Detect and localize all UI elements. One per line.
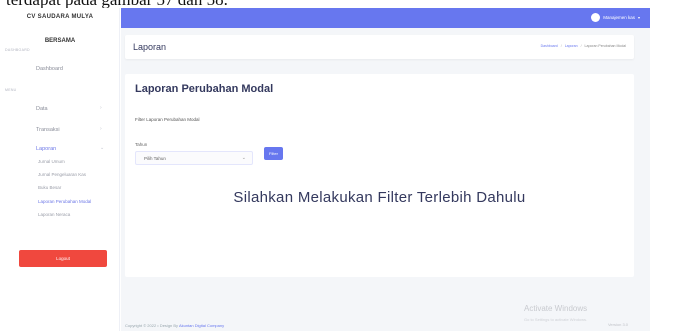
app: terdapat pada gambar 57 dan 58. CV SAUDA… — [0, 0, 683, 331]
breadcrumb-separator: / — [580, 44, 582, 48]
tahun-select[interactable]: Pilih Tahun ⌄ — [135, 151, 253, 165]
top-navbar: Manajemen kas ▾ — [121, 8, 650, 28]
breadcrumb-separator: / — [560, 44, 562, 48]
sidebar-subitem-jurnal-umum[interactable]: Jurnal Umum — [38, 159, 65, 164]
chevron-right-icon: › — [100, 126, 102, 132]
caret-down-icon: ▾ — [637, 15, 640, 20]
chevron-down-icon: ⌄ — [100, 145, 105, 151]
section-header: Laporan Dashboard / Laporan / Laporan Peruba… — [125, 35, 634, 59]
sidebar-subitem-laporan-perubahan-modal[interactable]: Laporan Perubahan Modal — [38, 199, 91, 204]
version-text: Version 3.0 — [607, 322, 628, 327]
footer: Copyright © 2022 • Design By Akuntan Dig… — [125, 323, 224, 328]
chevron-down-icon: ⌄ — [241, 155, 246, 161]
chevron-right-icon: › — [100, 105, 102, 111]
user-name: Manajemen kas — [603, 15, 635, 20]
sidebar-item-dashboard[interactable]: Dashboard — [36, 66, 63, 72]
breadcrumb-laporan[interactable]: Laporan — [565, 44, 578, 48]
logout-button[interactable]: Logout — [19, 250, 107, 267]
copyright-text: Copyright © 2022 • Design By — [125, 323, 179, 328]
brand-name: CV SAUDARA MULYA — [26, 14, 94, 20]
report-card: Laporan Perubahan Modal Filter Laporan P… — [125, 74, 634, 277]
sidebar-subitem-jurnal-pengeluaran-kas[interactable]: Jurnal Pengeluaran Kas — [38, 172, 86, 177]
user-menu[interactable]: Manajemen kas ▾ — [591, 13, 640, 22]
sidebar-item-data[interactable]: Data — [36, 106, 48, 112]
section-label-menu: MENU — [5, 88, 17, 92]
brand-sub: BERSAMA — [44, 38, 76, 44]
activation-watermark-sub: Go to Settings to activate Windows. — [524, 317, 588, 322]
sidebar-item-transaksi[interactable]: Transaksi — [36, 127, 60, 133]
section-label-dashboard: DASHBOARD — [5, 48, 30, 52]
activation-watermark-title: Activate Windows — [524, 304, 588, 313]
filter-button[interactable]: Filter — [264, 147, 283, 160]
card-title: Laporan Perubahan Modal — [135, 83, 274, 95]
footer-link[interactable]: Akuntan Digital Company — [179, 323, 224, 328]
empty-state-message: Silahkan Melakukan Filter Terlebih Dahul… — [233, 189, 526, 206]
tahun-label: Tahun — [135, 142, 148, 147]
breadcrumb: Dashboard / Laporan / Laporan Perubahan Moda… — [541, 44, 626, 48]
filter-label: Filter Laporan Perubahan Modal — [135, 117, 200, 122]
tahun-select-value: Pilih Tahun — [144, 156, 166, 161]
page-title: Laporan — [133, 42, 167, 52]
main-content: Laporan Dashboard / Laporan / Laporan Peruba… — [121, 28, 650, 331]
sidebar: CV SAUDARA MULYA BERSAMA DASHBOARD Dashb… — [0, 8, 120, 331]
breadcrumb-current: Laporan Perubahan Modal — [584, 44, 626, 48]
sidebar-subitem-laporan-neraca[interactable]: Laporan Neraca — [38, 212, 70, 217]
page-margin — [650, 8, 683, 331]
sidebar-item-laporan[interactable]: Laporan — [36, 146, 56, 152]
breadcrumb-dashboard[interactable]: Dashboard — [541, 44, 558, 48]
avatar — [591, 13, 601, 22]
sidebar-subitem-buku-besar[interactable]: Buku Besar — [38, 185, 61, 190]
